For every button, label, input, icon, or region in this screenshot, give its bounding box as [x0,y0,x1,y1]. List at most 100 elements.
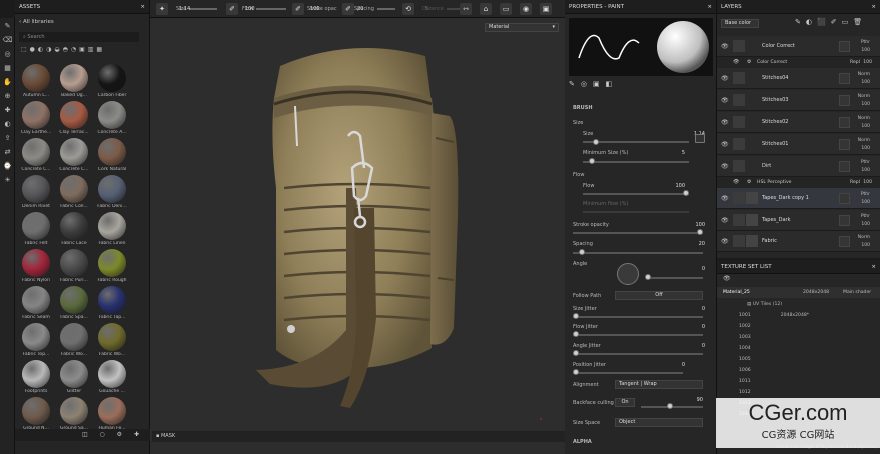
eye-icon[interactable]: 👁 [721,97,729,104]
layer-mask-slot[interactable] [839,161,850,172]
render-icon[interactable]: ◉ [520,3,532,15]
asset-item[interactable]: Fabric Coll... [57,175,91,212]
asset-item[interactable]: Fabric Seam [19,286,53,323]
tile-row[interactable]: 1004 [739,346,751,351]
layer-mask-slot[interactable] [839,41,850,52]
eraser-icon[interactable]: ⌫ [2,35,13,46]
stroke-opacity-knob[interactable] [697,229,703,235]
spacing-track[interactable] [376,8,395,10]
display-icon[interactable]: ☀ [2,175,13,186]
asset-item[interactable]: Concrete C... [57,138,91,175]
min-size-slider[interactable] [583,161,689,163]
layer-row[interactable]: 👁 Stitches04 Norm 100 [717,68,880,89]
asset-item[interactable]: Fabric Lace [57,212,91,249]
effect-blend[interactable]: Repl [850,180,860,185]
layer-row[interactable]: 👁 Stitches01 Norm 100 [717,134,880,155]
layer-opacity[interactable]: 100 [861,200,870,205]
close-icon[interactable]: × [707,0,712,14]
angle-knob[interactable] [645,274,651,280]
asset-item[interactable]: Concrete C... [19,138,53,175]
angle-dial[interactable] [617,263,639,285]
blend-mode[interactable]: Pthr [861,214,870,219]
polyfill-icon[interactable]: ▦ [2,63,13,74]
add-paint-icon[interactable]: ✐ [831,18,842,26]
asset-item[interactable]: Autumn L... [19,64,53,101]
tile-row[interactable]: 1011 [739,379,751,384]
mask-bar[interactable]: ▪ MASK [152,431,565,442]
close-icon[interactable]: × [140,0,145,14]
asset-item[interactable]: Carbon Fiber [95,64,129,101]
min-flow-slider[interactable] [583,211,689,213]
library-selector[interactable]: ‹ All libraries [19,19,54,25]
brush-tab-icon[interactable]: ✎ [569,80,581,88]
layer-mask-slot[interactable] [839,73,850,84]
asset-filter-row[interactable]: ⬚●◐◑◒◓◔▣▥▦ [21,46,105,53]
asset-item[interactable]: Fabric Deni... [95,175,129,212]
mirror-icon[interactable]: ⇿ [460,3,472,15]
delete-icon[interactable]: 🗑 [853,18,867,26]
asset-item[interactable]: Concrete A... [95,101,129,138]
clone-icon[interactable]: ⊕ [2,91,13,102]
material-tab-icon[interactable]: ◎ [581,80,593,88]
eye-icon[interactable]: 👁 [721,43,729,50]
spacing-knob[interactable] [579,249,585,255]
flow-track[interactable] [256,8,287,10]
spacing-control[interactable]: Spacing 20 [354,3,395,15]
layer-row[interactable]: 👁 Stitches03 Norm 100 [717,90,880,111]
layer-mask-slot[interactable] [839,139,850,150]
screenshot-icon[interactable]: ▣ [540,3,552,15]
tile-row[interactable]: 1005 [739,357,751,362]
eye-icon[interactable]: 👁 [721,195,729,202]
layer-actions[interactable]: ✎◐⬛✐▭🗑 [795,18,867,26]
add-folder-icon[interactable]: ▭ [842,18,854,26]
layer-opacity[interactable]: 100 [861,243,870,248]
asset-item[interactable]: Fabric Tap... [95,286,129,323]
projection-icon[interactable]: ◎ [2,49,13,60]
angle-jitter-knob[interactable] [573,350,579,356]
asset-item[interactable]: Clay Terrac... [57,101,91,138]
uv-tiles-row[interactable]: ▤ UV Tiles (12) [747,302,782,307]
add-fill-icon[interactable]: ⬛ [817,18,831,26]
assets-footer[interactable]: ◫ ○ ⚙ ✚ [15,429,150,441]
backface-toggle[interactable]: On [615,398,635,407]
asset-item[interactable]: Clay Earthe... [19,101,53,138]
eye-icon[interactable]: 👁 [721,141,729,148]
eye-icon[interactable]: 👁 [721,163,729,170]
eye-icon[interactable]: 👁 [721,75,729,82]
min-size-knob[interactable] [589,158,595,164]
effect-opacity[interactable]: 100 [863,180,872,185]
channel-select[interactable]: Base color [721,19,759,28]
layer-row[interactable]: 👁 Dirt Pthr 100 [717,156,880,177]
display-settings-icon[interactable]: ▭ [500,3,512,15]
layer-opacity[interactable]: 100 [861,124,870,129]
size-jitter-slider[interactable] [573,316,703,318]
stroke-pressure-icon[interactable]: ✐ [342,3,354,15]
layer-mask-slot[interactable] [839,215,850,226]
viewport-3d[interactable]: Material ▾ ▪ MASK ⌞ [150,18,565,454]
material-shader[interactable]: Main shader [843,290,871,295]
camera-icon[interactable]: ⌂ [480,3,492,15]
layer-mask-slot[interactable] [839,117,850,128]
asset-item[interactable]: Gouache ... [95,360,129,397]
stencil-tab-icon[interactable]: ▣ [593,80,606,88]
asset-item[interactable]: Glitter [57,360,91,397]
paint-icon[interactable]: ✎ [2,21,13,32]
size-knob[interactable] [593,139,599,145]
add-mask-icon[interactable]: ◐ [806,18,817,26]
asset-item[interactable]: Fabric Rough [95,249,129,286]
layer-row[interactable]: 👁 Stitches02 Norm 100 [717,112,880,133]
tile-row[interactable]: 1006 [739,368,751,373]
asset-item[interactable]: Cork Natural [95,138,129,175]
lazy-mouse-icon[interactable]: ⟲ [402,3,414,15]
eye-icon[interactable]: 👁 [721,217,729,224]
share-icon[interactable]: ⇄ [2,147,13,158]
flow-jitter-slider[interactable] [573,334,703,336]
flow-knob[interactable] [683,190,689,196]
smudge-icon[interactable]: ✋ [2,77,13,88]
size-track[interactable] [189,8,218,10]
blend-mode[interactable]: Norm [858,235,870,240]
flow-slider[interactable] [583,193,689,195]
tile-row[interactable]: 1001 2048x2048* [739,313,809,318]
flow-jitter-knob[interactable] [573,331,579,337]
asset-item[interactable]: Denim Rivet [19,175,53,212]
